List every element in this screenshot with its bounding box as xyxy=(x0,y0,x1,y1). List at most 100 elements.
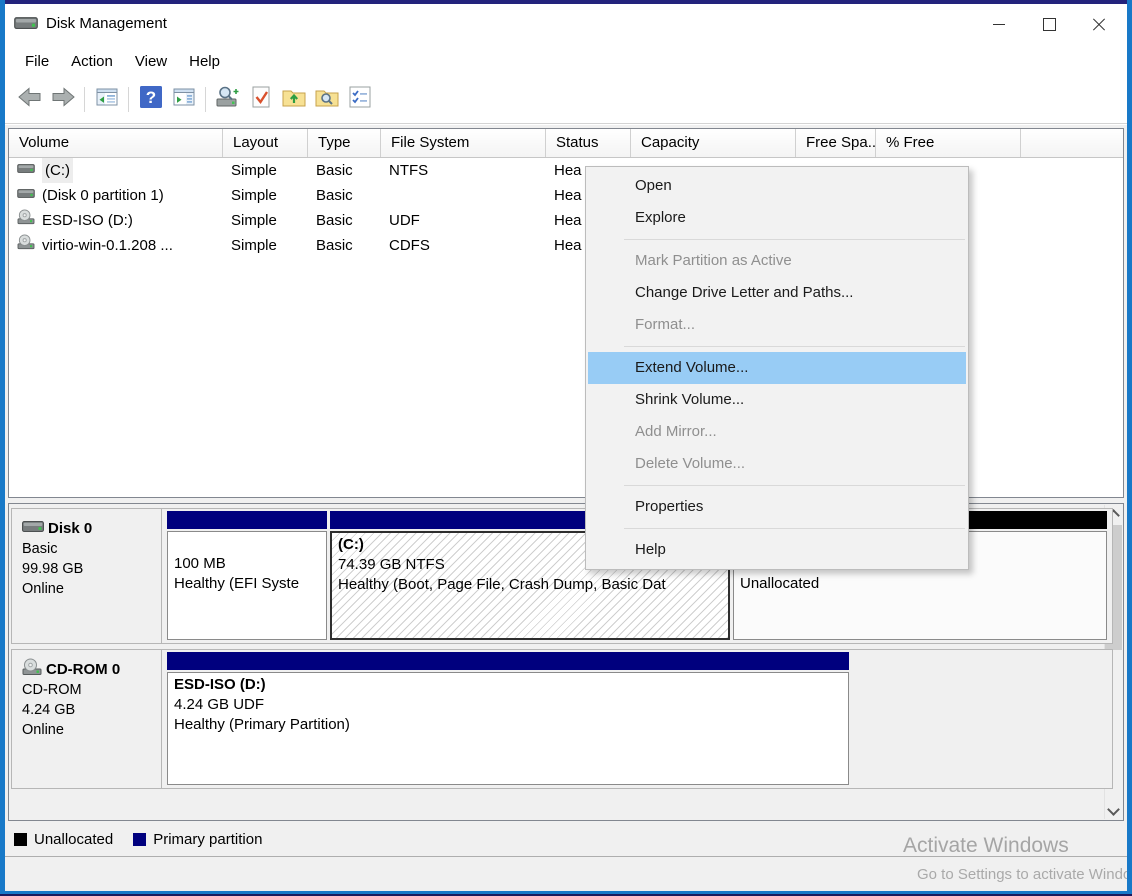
cell: (C:) xyxy=(9,158,223,183)
toolbar-button-console-tree[interactable] xyxy=(90,85,123,115)
cell: NTFS xyxy=(381,158,546,183)
column-header--free[interactable]: % Free xyxy=(876,129,1021,157)
context-menu-item-properties[interactable]: Properties xyxy=(588,491,966,523)
disk-attribute: 4.24 GB xyxy=(22,700,161,720)
partition-text: ESD-ISO (D:)4.24 GB UDFHealthy (Primary … xyxy=(168,673,848,737)
context-menu-separator xyxy=(624,346,965,347)
column-header-free-spa-[interactable]: Free Spa... xyxy=(796,129,876,157)
menubar-item-view[interactable]: View xyxy=(124,49,178,74)
volume-name: (C:) xyxy=(42,158,73,183)
disk-icon xyxy=(17,183,35,208)
close-button[interactable] xyxy=(1074,4,1124,44)
context-menu-item-delete-volume: Delete Volume... xyxy=(588,448,966,480)
title-bar: Disk Management xyxy=(0,4,1132,44)
disk-attribute: Basic xyxy=(22,539,161,559)
context-menu-item-help[interactable]: Help xyxy=(588,534,966,566)
column-header-file-system[interactable]: File System xyxy=(381,129,546,157)
cell: ESD-ISO (D:) xyxy=(9,208,223,233)
app-icon xyxy=(14,13,38,33)
disk-name: CD-ROM 0 xyxy=(22,658,161,680)
toolbar-button-rescan-disks[interactable] xyxy=(211,85,244,115)
legend-color-swatch xyxy=(133,833,146,846)
menubar-item-action[interactable]: Action xyxy=(60,49,124,74)
context-menu-item-explore[interactable]: Explore xyxy=(588,202,966,234)
scroll-down-button[interactable] xyxy=(1105,802,1122,819)
cell: Simple xyxy=(223,233,308,258)
window-border-left xyxy=(0,0,5,896)
legend: Unallocated Primary partition xyxy=(14,831,262,848)
column-header-capacity[interactable]: Capacity xyxy=(631,129,796,157)
partition-status: Healthy (EFI Syste xyxy=(174,574,320,594)
toolbar-button-help[interactable]: ? xyxy=(134,85,167,115)
cd-icon xyxy=(17,233,35,258)
context-menu-item-shrink-volume[interactable]: Shrink Volume... xyxy=(588,384,966,416)
legend-item-unallocated: Unallocated xyxy=(14,831,113,848)
check-document-icon xyxy=(248,85,274,114)
window-controls xyxy=(974,4,1124,44)
legend-label: Primary partition xyxy=(153,831,262,848)
toolbar-button-check-document[interactable] xyxy=(244,85,277,115)
context-menu-item-extend-volume[interactable]: Extend Volume... xyxy=(588,352,966,384)
toolbar-button-checklist[interactable] xyxy=(343,85,376,115)
window-border-bottom xyxy=(0,891,1132,896)
toolbar-button-folder-search[interactable] xyxy=(310,85,343,115)
menubar-item-help[interactable]: Help xyxy=(178,49,231,74)
legend-label: Unallocated xyxy=(34,831,113,848)
forward-icon xyxy=(50,85,76,114)
volume-name: virtio-win-0.1.208 ... xyxy=(42,233,173,258)
disk-attribute: Online xyxy=(22,720,161,740)
toolbar-button-folder-up[interactable] xyxy=(277,85,310,115)
disk-info-panel[interactable]: Disk 0Basic99.98 GBOnline xyxy=(12,509,162,643)
context-menu-item-change-drive-letter-and-paths[interactable]: Change Drive Letter and Paths... xyxy=(588,277,966,309)
column-header-layout[interactable]: Layout xyxy=(223,129,308,157)
legend-item-primary-partition: Primary partition xyxy=(133,831,262,848)
disk-attribute: 99.98 GB xyxy=(22,559,161,579)
column-header-volume[interactable]: Volume xyxy=(9,129,223,157)
toolbar-button-forward[interactable] xyxy=(46,85,79,115)
column-header-type[interactable]: Type xyxy=(308,129,381,157)
cell: Basic xyxy=(308,233,381,258)
partition-size: 100 MB xyxy=(174,554,320,574)
toolbar-button-action-pane[interactable] xyxy=(167,85,200,115)
cell: Basic xyxy=(308,158,381,183)
partition-region[interactable]: ESD-ISO (D:)4.24 GB UDFHealthy (Primary … xyxy=(167,652,849,786)
toolbar-button-back[interactable] xyxy=(13,85,46,115)
context-menu-item-mark-partition-as-active: Mark Partition as Active xyxy=(588,245,966,277)
column-header-status[interactable]: Status xyxy=(546,129,631,157)
cell: (Disk 0 partition 1) xyxy=(9,183,223,208)
disk-name-text: Disk 0 xyxy=(48,520,92,537)
cell: Simple xyxy=(223,208,308,233)
partition-status: Unallocated xyxy=(740,574,1100,594)
window-border-top xyxy=(0,0,1132,4)
context-menu-item-open[interactable]: Open xyxy=(588,170,966,202)
svg-text:?: ? xyxy=(145,88,155,107)
console-tree-icon xyxy=(94,85,120,114)
volume-name: ESD-ISO (D:) xyxy=(42,208,133,233)
maximize-button[interactable] xyxy=(1024,4,1074,44)
cell: Simple xyxy=(223,158,308,183)
partition-size: 4.24 GB UDF xyxy=(174,695,842,715)
partition-status: Healthy (Boot, Page File, Crash Dump, Ba… xyxy=(338,575,722,595)
context-menu-item-format: Format... xyxy=(588,309,966,341)
context-menu-item-add-mirror: Add Mirror... xyxy=(588,416,966,448)
action-pane-icon xyxy=(171,85,197,114)
cell: Basic xyxy=(308,183,381,208)
cell: Simple xyxy=(223,183,308,208)
partition-text: 100 MBHealthy (EFI Syste xyxy=(168,532,326,596)
context-menu: OpenExplore Mark Partition as ActiveChang… xyxy=(585,166,969,570)
partition-region[interactable]: 100 MBHealthy (EFI Syste xyxy=(167,511,327,641)
toolbar-separator xyxy=(128,87,129,112)
volume-name: (Disk 0 partition 1) xyxy=(42,183,164,208)
minimize-button[interactable] xyxy=(974,4,1024,44)
toolbar-separator xyxy=(84,87,85,112)
disk-info-panel[interactable]: CD-ROM 0CD-ROM4.24 GBOnline xyxy=(12,650,162,788)
partition-type-bar xyxy=(167,652,849,670)
disk-attribute: CD-ROM xyxy=(22,680,161,700)
help-icon: ? xyxy=(138,85,164,114)
legend-color-swatch xyxy=(14,833,27,846)
menu-bar: FileActionViewHelp xyxy=(5,46,1127,76)
menubar-item-file[interactable]: File xyxy=(14,49,60,74)
cd-icon xyxy=(22,658,42,680)
cell: virtio-win-0.1.208 ... xyxy=(9,233,223,258)
partition-title xyxy=(174,534,320,554)
